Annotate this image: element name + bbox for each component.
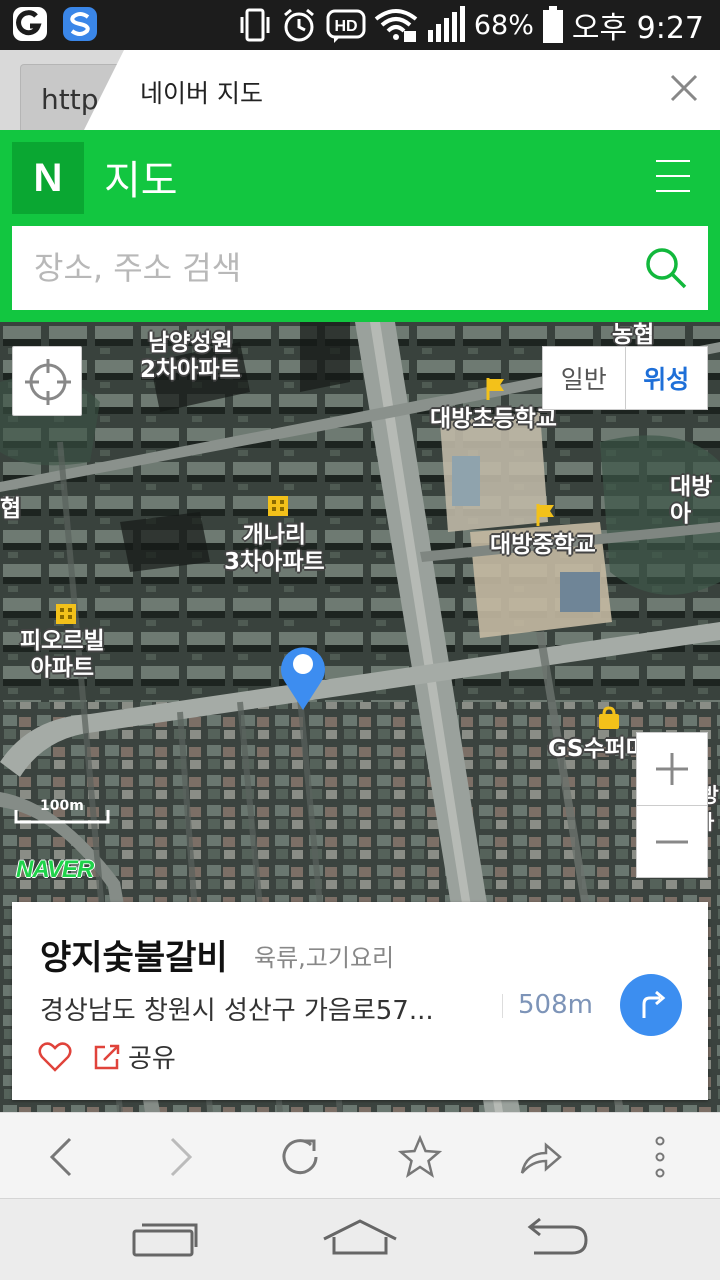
label-text: 피오르빌 아파트 bbox=[20, 628, 105, 681]
share-button[interactable]: 공유 bbox=[92, 1038, 176, 1075]
map-label-daebang-middle[interactable]: 대방중학교 bbox=[490, 532, 596, 559]
school-flag-icon bbox=[536, 504, 554, 526]
map-label-namyang-apartment[interactable]: 남양성원 2차아파트 bbox=[140, 330, 241, 384]
battery-icon bbox=[542, 6, 563, 43]
zoom-control bbox=[636, 732, 708, 878]
place-name[interactable]: 양지숯불갈비 bbox=[40, 930, 228, 979]
circle-app-icon bbox=[13, 7, 47, 41]
map-label-hyup[interactable]: 협 bbox=[0, 496, 21, 523]
map-label-daebang-elementary[interactable]: 대방초등학교 bbox=[430, 406, 557, 433]
apartment-icon bbox=[268, 496, 288, 516]
heart-icon[interactable] bbox=[38, 1042, 72, 1072]
search-input[interactable] bbox=[34, 244, 614, 292]
browser-tab-bar: http 네이버 지도 bbox=[0, 50, 720, 130]
place-address: 경상남도 창원시 성산구 가음로57... bbox=[40, 996, 434, 1026]
svg-text:HD: HD bbox=[334, 18, 357, 35]
recent-apps-icon[interactable] bbox=[130, 1217, 200, 1261]
naver-logo[interactable]: N bbox=[12, 142, 84, 214]
back-icon[interactable] bbox=[40, 1135, 84, 1179]
clock: 오후 9:27 bbox=[571, 11, 704, 46]
hd-icon: HD bbox=[326, 9, 366, 43]
screen: HD 68% 오후 9:27 http 네이버 지도 N 지도 장소, 주소 검… bbox=[0, 0, 720, 1280]
address-divider bbox=[502, 994, 503, 1018]
more-vertical-icon[interactable] bbox=[638, 1135, 682, 1179]
shopping-bag-icon bbox=[599, 706, 619, 729]
minus-icon bbox=[656, 840, 688, 844]
share-icon bbox=[94, 1044, 120, 1069]
naver-watermark: NAVER bbox=[16, 856, 94, 883]
wifi-icon bbox=[374, 9, 418, 42]
active-tab-title: 네이버 지도 bbox=[140, 79, 263, 108]
search-icon[interactable] bbox=[644, 246, 688, 290]
plus-icon bbox=[656, 753, 688, 785]
map-label-gaenari-apartment[interactable]: 개나리 3차아파트 bbox=[224, 522, 325, 576]
zoom-in-button[interactable] bbox=[637, 733, 707, 805]
apartment-icon bbox=[56, 604, 76, 624]
signal-icon bbox=[427, 6, 465, 42]
share-label: 공유 bbox=[128, 1044, 176, 1074]
vibrate-icon bbox=[240, 8, 270, 42]
location-pin-icon[interactable] bbox=[276, 638, 330, 712]
place-distance: 508m bbox=[518, 990, 593, 1020]
label-text: 개나리 3차아파트 bbox=[224, 522, 325, 575]
place-info-card[interactable]: 양지숯불갈비 육류,고기요리 경상남도 창원시 성산구 가음로57... 508… bbox=[12, 902, 708, 1100]
zoom-out-button[interactable] bbox=[637, 806, 707, 878]
system-navigation-bar bbox=[0, 1198, 720, 1280]
search-box bbox=[12, 226, 708, 310]
crosshair-icon bbox=[25, 359, 71, 405]
map-label-nonghyup[interactable]: 농협 bbox=[612, 322, 654, 349]
refresh-icon[interactable] bbox=[278, 1135, 322, 1179]
previous-tab-label: http bbox=[41, 83, 99, 116]
share-arrow-icon[interactable] bbox=[518, 1135, 562, 1179]
back-navigation-icon[interactable] bbox=[518, 1217, 590, 1261]
place-category: 육류,고기요리 bbox=[254, 944, 395, 972]
map-type-toggle: 일반 위성 bbox=[542, 346, 708, 410]
s-app-icon bbox=[63, 7, 97, 41]
directions-button[interactable] bbox=[620, 974, 682, 1036]
page-title: 지도 bbox=[104, 158, 178, 204]
browser-toolbar bbox=[0, 1112, 720, 1198]
scale-label: 100m bbox=[40, 798, 84, 814]
map-type-normal-button[interactable]: 일반 bbox=[543, 347, 625, 409]
home-icon[interactable] bbox=[320, 1217, 400, 1261]
current-location-button[interactable] bbox=[12, 346, 82, 416]
naver-header: N 지도 bbox=[0, 130, 720, 322]
map-type-satellite-button[interactable]: 위성 bbox=[626, 347, 708, 409]
menu-button[interactable] bbox=[656, 160, 690, 194]
map-label-piorvill-apartment[interactable]: 피오르빌 아파트 bbox=[20, 628, 105, 682]
bookmark-star-icon[interactable] bbox=[398, 1135, 442, 1179]
label-text: 대방 아 bbox=[670, 474, 713, 527]
alarm-icon bbox=[283, 8, 314, 42]
status-bar: HD 68% 오후 9:27 bbox=[0, 0, 720, 50]
forward-icon[interactable] bbox=[158, 1135, 202, 1179]
naver-logo-letter: N bbox=[33, 155, 63, 200]
menu-icon-line bbox=[656, 190, 690, 192]
school-flag-icon bbox=[486, 378, 504, 400]
route-arrow-icon bbox=[642, 990, 666, 1018]
menu-icon-line bbox=[656, 175, 690, 177]
battery-percent: 68% bbox=[473, 9, 534, 41]
menu-icon-line bbox=[656, 160, 690, 162]
label-text: 남양성원 2차아파트 bbox=[140, 330, 241, 383]
map-scale: 100m bbox=[14, 798, 110, 826]
map-label-daebang-right[interactable]: 대방 아 bbox=[670, 474, 712, 528]
close-tab-icon[interactable] bbox=[666, 70, 702, 106]
